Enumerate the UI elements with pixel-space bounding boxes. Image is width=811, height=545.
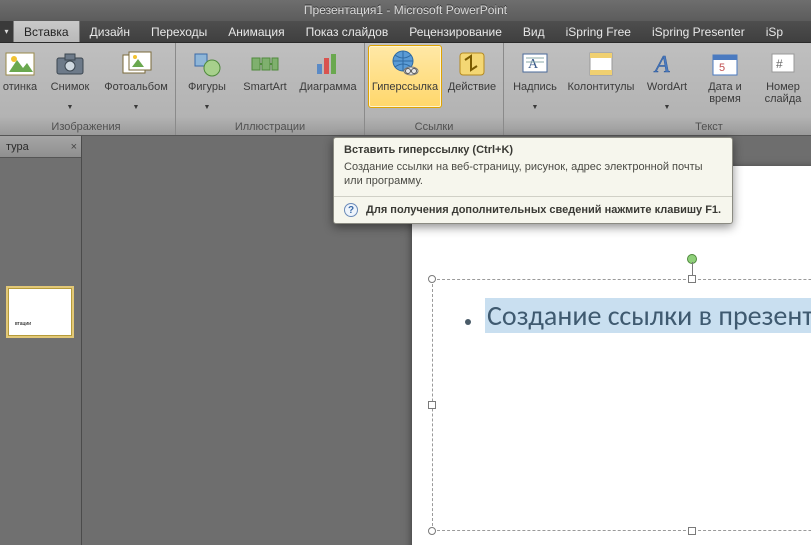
- group-illustrations: Фигуры ▼ SmartArt Диаграмма Иллюстрации: [176, 43, 365, 135]
- panel-tabbar: тура ×: [0, 136, 81, 158]
- resize-handle-b[interactable]: [688, 527, 696, 535]
- datetime-button[interactable]: 5 Дата и время: [697, 45, 753, 108]
- svg-text:A: A: [528, 57, 539, 72]
- slidenumber-icon: #: [767, 48, 799, 80]
- photoalbum-icon: [120, 48, 152, 80]
- tab-view[interactable]: Вид: [513, 21, 556, 42]
- shapes-label: Фигуры: [188, 81, 226, 105]
- picture-icon: [4, 48, 36, 80]
- ribbon: отинка Снимок ▼ Фотоальбом ▼ Изображения: [0, 43, 811, 136]
- bullet-icon: [465, 319, 471, 325]
- chevron-down-icon: ▼: [532, 104, 539, 111]
- panel-close-icon[interactable]: ×: [71, 141, 77, 153]
- screenshot-button[interactable]: Снимок ▼: [42, 45, 98, 114]
- content-text[interactable]: Создание ссылки в презентации: [485, 298, 811, 333]
- slide-thumbnail-1[interactable]: втации: [8, 288, 72, 336]
- group-text: A Надпись ▼ Колонтитулы A WordArt ▼: [504, 43, 811, 135]
- svg-text:#: #: [776, 57, 783, 71]
- resize-handle-l[interactable]: [428, 401, 436, 409]
- thumb-text: втации: [15, 321, 31, 327]
- group-links-label: Ссылки: [368, 119, 500, 135]
- tab-slideshow[interactable]: Показ слайдов: [296, 21, 400, 42]
- hyperlink-tooltip: Вставить гиперссылку (Ctrl+K) Создание с…: [333, 137, 733, 224]
- tooltip-help: ? Для получения дополнительных сведений …: [334, 196, 732, 223]
- camera-icon: [54, 48, 86, 80]
- bullet-item: Создание ссылки в презентации: [465, 298, 811, 333]
- datetime-label: Дата и время: [708, 81, 742, 105]
- globe-link-icon: [389, 48, 421, 80]
- svg-text:A: A: [653, 52, 670, 78]
- group-links: Гиперссылка Действие Ссылки: [365, 43, 504, 135]
- group-images-label: Изображения: [0, 119, 172, 135]
- wordart-button[interactable]: A WordArt ▼: [639, 45, 695, 114]
- smartart-button[interactable]: SmartArt: [237, 45, 293, 108]
- chevron-down-icon: ▼: [133, 104, 140, 111]
- ribbon-tabs: ▾ Вставка Дизайн Переходы Анимация Показ…: [0, 21, 811, 43]
- tab-ispring-free[interactable]: iSpring Free: [556, 21, 642, 42]
- textbox-button[interactable]: A Надпись ▼: [507, 45, 563, 114]
- content-placeholder[interactable]: Создание ссылки в презентации: [432, 279, 811, 531]
- wordart-icon: A: [651, 48, 683, 80]
- group-text-label: Текст: [507, 119, 811, 135]
- action-button[interactable]: Действие: [444, 45, 500, 108]
- tab-review[interactable]: Рецензирование: [399, 21, 513, 42]
- textbox-label: Надпись: [513, 81, 557, 105]
- tab-animations[interactable]: Анимация: [218, 21, 295, 42]
- window-title-bar: Презентация1 - Microsoft PowerPoint: [0, 0, 811, 21]
- thumbnail-list: втации: [0, 278, 81, 346]
- chart-label: Диаграмма: [299, 81, 356, 105]
- tab-ispring-presenter[interactable]: iSpring Presenter: [642, 21, 756, 42]
- tab-design[interactable]: Дизайн: [80, 21, 141, 42]
- photoalbum-label: Фотоальбом: [104, 81, 168, 105]
- tooltip-help-text: Для получения дополнительных сведений на…: [366, 204, 721, 216]
- rotate-stem: [692, 262, 693, 276]
- tooltip-title: Вставить гиперссылку (Ctrl+K): [334, 138, 732, 160]
- photoalbum-button[interactable]: Фотоальбом ▼: [100, 45, 172, 114]
- chart-button[interactable]: Диаграмма: [295, 45, 361, 108]
- svg-text:5: 5: [719, 62, 725, 74]
- action-icon: [456, 48, 488, 80]
- textbox-icon: A: [519, 48, 551, 80]
- picture-label: отинка: [3, 81, 37, 105]
- tab-insert[interactable]: Вставка: [13, 21, 80, 42]
- smartart-label: SmartArt: [243, 81, 286, 105]
- file-menu-button[interactable]: ▾: [0, 21, 14, 42]
- headerfooter-label: Колонтитулы: [568, 81, 635, 105]
- hyperlink-button[interactable]: Гиперссылка: [368, 45, 442, 108]
- panel-tab-outline[interactable]: тура: [6, 141, 29, 153]
- shapes-button[interactable]: Фигуры ▼: [179, 45, 235, 114]
- chevron-down-icon: ▼: [664, 104, 671, 111]
- tab-ispring-cut[interactable]: iSp: [756, 21, 794, 42]
- headerfooter-button[interactable]: Колонтитулы: [565, 45, 637, 108]
- slidenumber-button[interactable]: # Номер слайда: [755, 45, 811, 108]
- chevron-down-icon: ▼: [204, 104, 211, 111]
- window-title: Презентация1 - Microsoft PowerPoint: [304, 3, 507, 17]
- wordart-label: WordArt: [647, 81, 687, 105]
- smartart-icon: [249, 48, 281, 80]
- chart-icon: [312, 48, 344, 80]
- chevron-down-icon: ▼: [67, 104, 74, 111]
- group-illustrations-label: Иллюстрации: [179, 119, 361, 135]
- resize-handle-bl[interactable]: [428, 527, 436, 535]
- picture-button[interactable]: отинка: [0, 45, 40, 108]
- resize-handle-t[interactable]: [688, 275, 696, 283]
- group-images: отинка Снимок ▼ Фотоальбом ▼ Изображения: [0, 43, 176, 135]
- help-icon: ?: [344, 203, 358, 217]
- action-label: Действие: [448, 81, 496, 105]
- tab-transitions[interactable]: Переходы: [141, 21, 218, 42]
- shapes-icon: [191, 48, 223, 80]
- slidenumber-label: Номер слайда: [765, 81, 802, 105]
- tooltip-body: Создание ссылки на веб-страницу, рисунок…: [334, 160, 732, 196]
- slide-panel: тура × втации: [0, 136, 82, 545]
- resize-handle-tl[interactable]: [428, 275, 436, 283]
- screenshot-label: Снимок: [51, 81, 90, 105]
- headerfooter-icon: [585, 48, 617, 80]
- hyperlink-label: Гиперссылка: [372, 81, 438, 105]
- calendar-icon: 5: [709, 48, 741, 80]
